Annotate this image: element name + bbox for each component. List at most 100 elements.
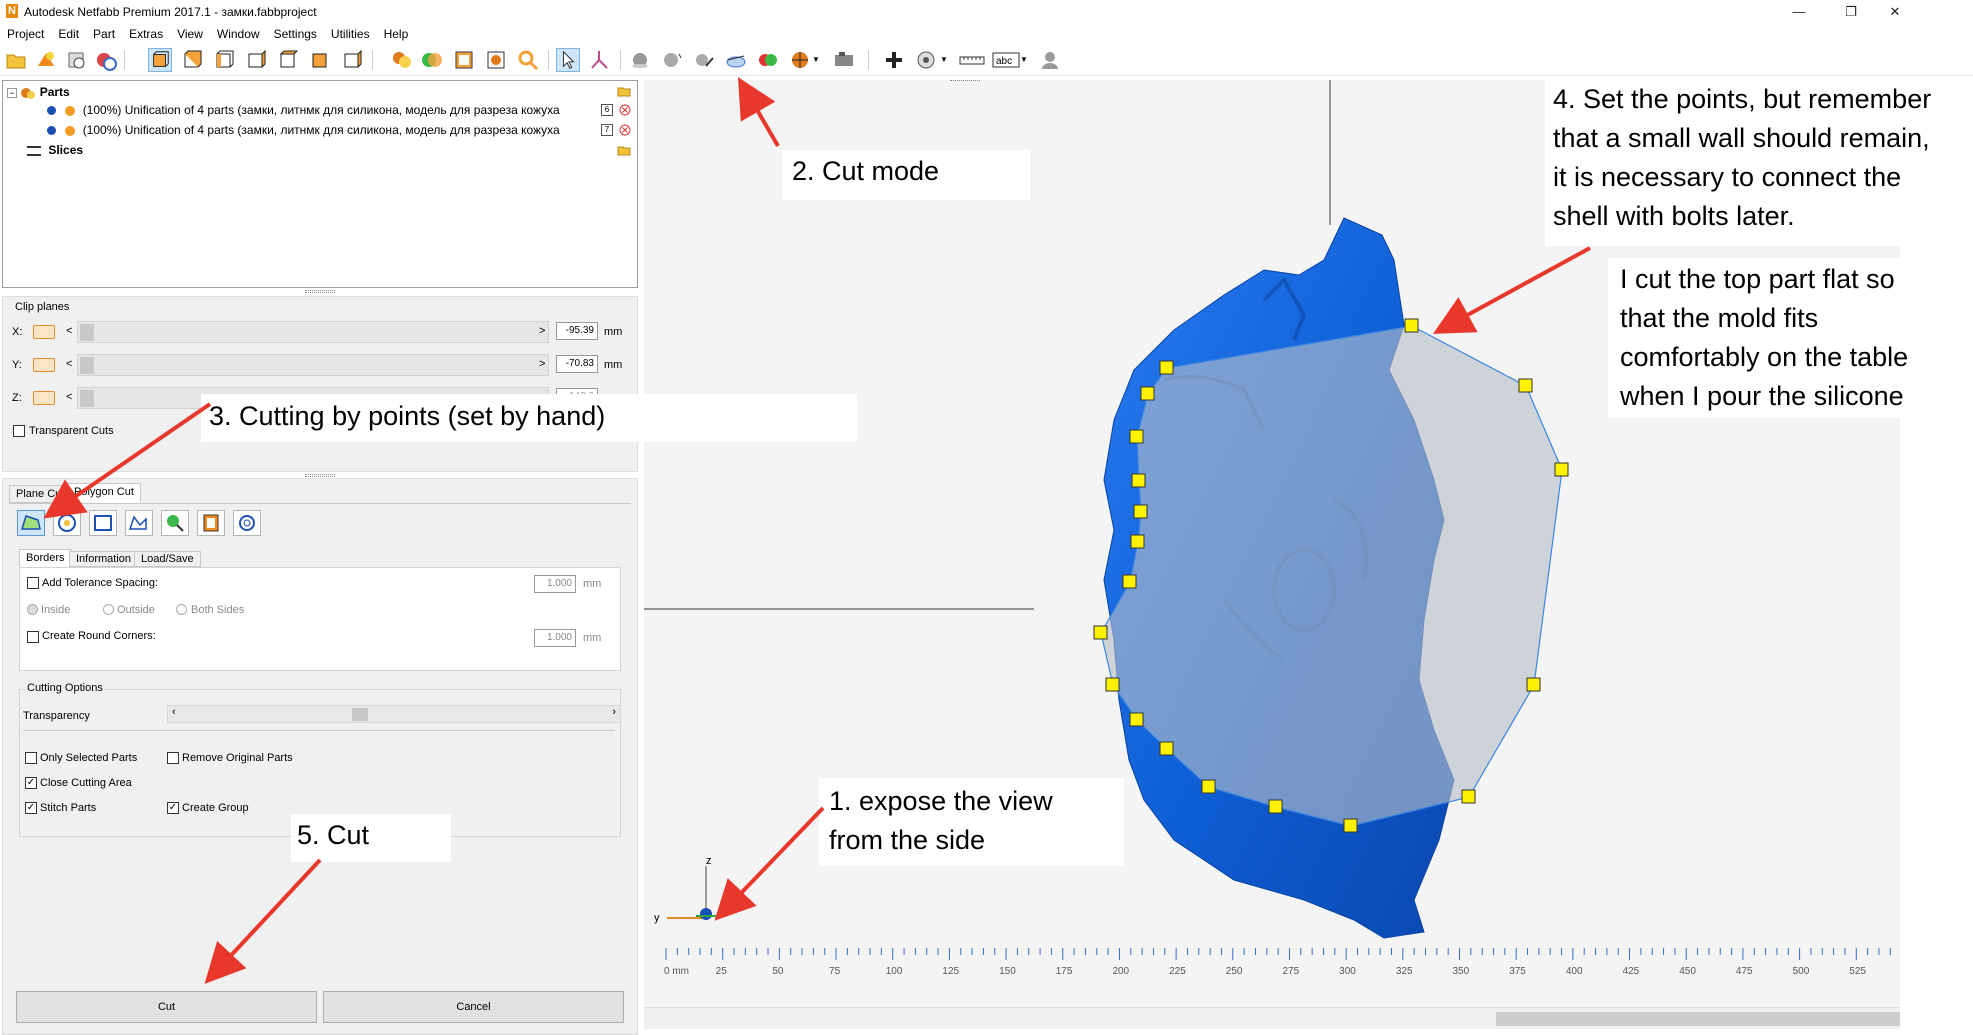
menu-settings[interactable]: Settings bbox=[267, 24, 324, 44]
close-button[interactable]: ✕ bbox=[1873, 2, 1917, 22]
resize-grip[interactable] bbox=[950, 80, 980, 83]
remove-part-icon[interactable] bbox=[619, 124, 631, 136]
cut-point-handle[interactable] bbox=[1554, 462, 1569, 477]
clip-x-left-arrow[interactable]: < bbox=[66, 325, 72, 337]
cut-point-handle[interactable] bbox=[1129, 712, 1144, 727]
minimize-button[interactable]: — bbox=[1777, 2, 1821, 22]
repair-icon[interactable] bbox=[64, 48, 88, 72]
part-badge[interactable]: 6 bbox=[601, 104, 613, 116]
view-back-icon[interactable] bbox=[180, 48, 204, 72]
clip-y-left-arrow[interactable]: < bbox=[66, 358, 72, 370]
cut-button[interactable]: Cut bbox=[16, 991, 317, 1023]
add-object-icon[interactable] bbox=[94, 48, 118, 72]
cut-point-handle[interactable] bbox=[1201, 779, 1216, 794]
cut-point-handle[interactable] bbox=[1461, 789, 1476, 804]
clip-z-toggle[interactable] bbox=[33, 391, 55, 405]
cut-point-handle[interactable] bbox=[1133, 504, 1148, 519]
freehand-cut-button[interactable] bbox=[125, 510, 153, 536]
both-sides-radio[interactable] bbox=[176, 604, 187, 615]
cut-point-handle[interactable] bbox=[1105, 677, 1120, 692]
create-group-checkbox[interactable]: ✓ bbox=[167, 802, 179, 814]
dropdown-arrow-icon[interactable]: ▼ bbox=[940, 48, 950, 72]
label-icon[interactable] bbox=[914, 48, 938, 72]
reset-cut-button[interactable] bbox=[233, 510, 261, 536]
menu-part[interactable]: Part bbox=[86, 24, 122, 44]
view-bottom-icon[interactable] bbox=[308, 48, 332, 72]
cut-point-handle[interactable] bbox=[1131, 473, 1146, 488]
shading-icon[interactable] bbox=[628, 48, 652, 72]
camera-icon[interactable] bbox=[832, 48, 856, 72]
subtab-load-save[interactable]: Load/Save bbox=[134, 551, 201, 567]
resize-grip[interactable] bbox=[305, 474, 335, 477]
zoom-icon[interactable] bbox=[516, 48, 540, 72]
maximize-button[interactable]: ❐ bbox=[1829, 2, 1873, 22]
only-selected-checkbox[interactable] bbox=[25, 752, 37, 764]
outside-radio[interactable] bbox=[103, 604, 114, 615]
menu-view[interactable]: View bbox=[170, 24, 210, 44]
slider-right-arrow[interactable]: › bbox=[612, 706, 616, 718]
clip-z-left-arrow[interactable]: < bbox=[66, 391, 72, 403]
cut-point-handle[interactable] bbox=[1526, 677, 1541, 692]
box-select-icon[interactable] bbox=[452, 48, 476, 72]
view-left-icon[interactable] bbox=[212, 48, 236, 72]
cut-point-handle[interactable] bbox=[1129, 429, 1144, 444]
clip-x-toggle[interactable] bbox=[33, 325, 55, 339]
open-folder-icon[interactable] bbox=[4, 48, 28, 72]
clip-y-value[interactable]: -70.83 bbox=[556, 355, 598, 373]
text-tool-icon[interactable]: abc bbox=[992, 48, 1020, 72]
menu-extras[interactable]: Extras bbox=[122, 24, 170, 44]
select-parts-icon[interactable] bbox=[390, 48, 414, 72]
user-icon[interactable] bbox=[1038, 48, 1062, 72]
add-part-icon[interactable] bbox=[34, 48, 58, 72]
add-tolerance-checkbox[interactable] bbox=[27, 577, 39, 589]
tab-plane-cut[interactable]: Plane Cut bbox=[9, 485, 72, 503]
slider-thumb[interactable] bbox=[80, 324, 94, 341]
cancel-button[interactable]: Cancel bbox=[323, 991, 624, 1023]
dropdown-arrow-icon[interactable]: ▼ bbox=[1020, 48, 1030, 72]
clip-y-toggle[interactable] bbox=[33, 358, 55, 372]
cut-mode-icon[interactable] bbox=[724, 48, 748, 72]
menu-edit[interactable]: Edit bbox=[51, 24, 86, 44]
remove-original-checkbox[interactable] bbox=[167, 752, 179, 764]
pointer-icon[interactable] bbox=[556, 48, 580, 72]
tolerance-value[interactable]: 1.000 bbox=[534, 575, 576, 593]
folder-icon[interactable] bbox=[617, 144, 631, 156]
clip-x-value[interactable]: -95.39 bbox=[556, 322, 598, 340]
slider-thumb[interactable] bbox=[80, 390, 94, 407]
tab-polygon-cut[interactable]: Polygon Cut bbox=[67, 483, 141, 503]
view-top-icon[interactable] bbox=[276, 48, 300, 72]
cut-point-handle[interactable] bbox=[1159, 360, 1174, 375]
round-corners-value[interactable]: 1.000 bbox=[534, 629, 576, 647]
folder-icon[interactable] bbox=[617, 85, 631, 97]
round-corners-checkbox[interactable] bbox=[27, 631, 39, 643]
wireframe-icon[interactable] bbox=[660, 48, 684, 72]
brush-cut-button[interactable] bbox=[161, 510, 189, 536]
rect-cut-button[interactable] bbox=[89, 510, 117, 536]
inside-radio[interactable] bbox=[27, 604, 38, 615]
resize-grip[interactable] bbox=[305, 290, 335, 293]
view-iso-icon[interactable] bbox=[340, 48, 364, 72]
tree-item[interactable]: (100%) Unification of 4 parts (замки, ли… bbox=[47, 101, 560, 119]
stitch-parts-checkbox[interactable]: ✓ bbox=[25, 802, 37, 814]
cut-point-handle[interactable] bbox=[1122, 574, 1137, 589]
scrollbar-thumb[interactable] bbox=[1496, 1012, 1900, 1026]
clip-y-right-arrow[interactable]: > bbox=[539, 358, 545, 370]
close-cutting-area-checkbox[interactable]: ✓ bbox=[25, 777, 37, 789]
viewport-scrollbar[interactable] bbox=[644, 1007, 1900, 1029]
transparency-thumb[interactable] bbox=[352, 708, 368, 721]
remove-part-icon[interactable] bbox=[619, 104, 631, 116]
cut-point-handle[interactable] bbox=[1268, 799, 1283, 814]
transparent-cuts-checkbox[interactable] bbox=[13, 425, 25, 437]
measure-icon[interactable] bbox=[484, 48, 508, 72]
circle-cut-button[interactable] bbox=[53, 510, 81, 536]
cut-point-handle[interactable] bbox=[1130, 534, 1145, 549]
menu-utilities[interactable]: Utilities bbox=[324, 24, 377, 44]
part-badge[interactable]: 7 bbox=[601, 124, 613, 136]
dropdown-arrow-icon[interactable]: ▼ bbox=[812, 48, 822, 72]
cut-point-handle[interactable] bbox=[1343, 818, 1358, 833]
menu-window[interactable]: Window bbox=[210, 24, 267, 44]
add-mark-icon[interactable] bbox=[882, 48, 906, 72]
cut-point-handle[interactable] bbox=[1140, 386, 1155, 401]
cut-point-handle[interactable] bbox=[1093, 625, 1108, 640]
triangles-icon[interactable] bbox=[692, 48, 716, 72]
